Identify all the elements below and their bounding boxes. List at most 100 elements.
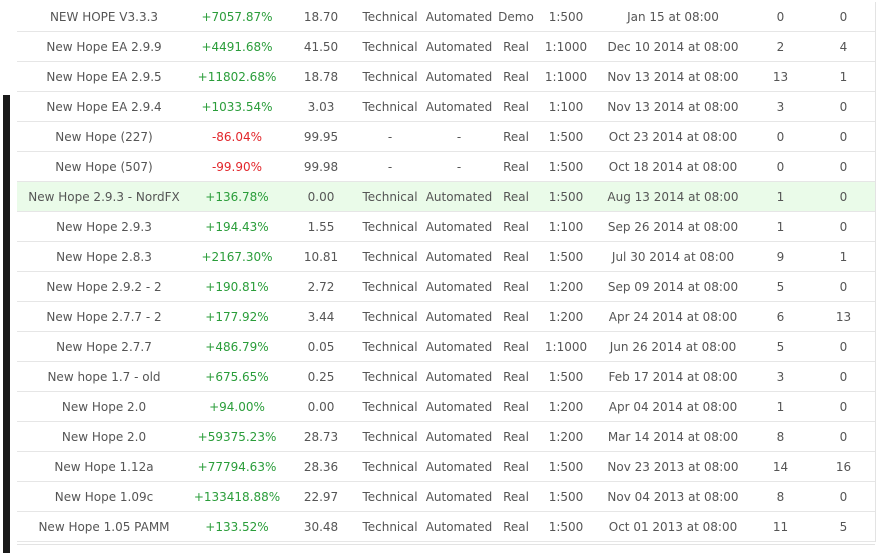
- analysis-type: Technical: [359, 31, 421, 62]
- system-name[interactable]: NEW HOPE V3.3.3: [17, 2, 191, 32]
- gain-value: +11802.68%: [191, 61, 283, 92]
- date-value: Aug 13 2014 at 08:00: [597, 181, 749, 212]
- system-name[interactable]: New Hope 2.9.2 - 2: [17, 271, 191, 302]
- analysis-type: Technical: [359, 361, 421, 392]
- trading-method: Automated: [421, 481, 497, 512]
- system-name[interactable]: New Hope 2.9.3 - NordFX: [17, 181, 191, 212]
- account-type: Real: [497, 121, 535, 152]
- leverage-value: 1:200: [535, 271, 597, 302]
- count-a-value: 0: [749, 121, 812, 152]
- analysis-type: Technical: [359, 391, 421, 422]
- gain-value: +77794.63%: [191, 451, 283, 482]
- system-name[interactable]: New Hope EA 2.9.9: [17, 31, 191, 62]
- date-value: Nov 23 2013 at 08:00: [597, 451, 749, 482]
- date-value: Apr 04 2014 at 08:00: [597, 391, 749, 422]
- table-row[interactable]: New Hope EA 2.9.5 +11802.68% 18.78 Technica…: [17, 61, 875, 92]
- table-row[interactable]: NEW HOPE V3.3.3 +7057.87% 18.70 Technical Au…: [17, 2, 875, 32]
- count-b-value: 0: [812, 151, 875, 182]
- account-type: Real: [497, 301, 535, 332]
- leverage-value: 1:200: [535, 301, 597, 332]
- drawdown-value: 0.00: [283, 391, 359, 422]
- drawdown-value: 0.25: [283, 361, 359, 392]
- system-name[interactable]: New Hope EA 2.9.4: [17, 91, 191, 122]
- system-name[interactable]: New Hope (227): [17, 121, 191, 152]
- trading-method: Automated: [421, 31, 497, 62]
- table-row[interactable]: New Hope (507) -99.90% 99.98- - Real 1:500 Oct…: [17, 151, 875, 182]
- account-type: Real: [497, 511, 535, 542]
- system-name[interactable]: New Hope 1.05 PAMM: [17, 511, 191, 542]
- system-name[interactable]: New Hope 2.8.3: [17, 241, 191, 272]
- leverage-value: 1:200: [535, 421, 597, 452]
- trading-method: Automated: [421, 271, 497, 302]
- system-name[interactable]: New Hope 2.9.3: [17, 211, 191, 242]
- gain-value: +136.78%: [191, 181, 283, 212]
- system-name[interactable]: New Hope 2.0: [17, 421, 191, 452]
- table-row[interactable]: New Hope 1.05 PAMM +133.52% 30.48 Technical…: [17, 511, 875, 542]
- table-row[interactable]: New Hope 2.7.7 +486.79% 0.05 Technical Autom…: [17, 331, 875, 362]
- gain-value: +1033.54%: [191, 91, 283, 122]
- analysis-type: Technical: [359, 331, 421, 362]
- table-row[interactable]: New Hope 2.0 +94.00% 0.00 Technical Automate…: [17, 391, 875, 422]
- count-a-value: 13: [749, 61, 812, 92]
- analysis-type: Technical: [359, 451, 421, 482]
- count-b-value: 0: [812, 271, 875, 302]
- table-row[interactable]: New Hope 2.0 +59375.23% 28.73 Technical Auto…: [17, 421, 875, 452]
- leverage-value: 1:200: [535, 391, 597, 422]
- gain-value: +4491.68%: [191, 31, 283, 62]
- table-row[interactable]: New Hope 2.7.7 - 2 +177.92% 3.44 Technical A…: [17, 301, 875, 332]
- drawdown-value: 30.48: [283, 511, 359, 542]
- leverage-value: 1:100: [535, 91, 597, 122]
- gain-value: +2167.30%: [191, 241, 283, 272]
- leverage-value: 1:500: [535, 241, 597, 272]
- date-value: Jun 26 2014 at 08:00: [597, 331, 749, 362]
- table-row[interactable]: New Hope 1.12a +77794.63% 28.36 Technical Au…: [17, 451, 875, 482]
- system-name[interactable]: New hope 1.7 - old: [17, 361, 191, 392]
- table-bottom-border: [17, 544, 875, 545]
- table-row[interactable]: New Hope EA 2.9.9 +4491.68% 41.50 Technical…: [17, 31, 875, 62]
- trading-method: Automated: [421, 301, 497, 332]
- gain-value: +177.92%: [191, 301, 283, 332]
- trading-method: Automated: [421, 451, 497, 482]
- systems-table-container: NEW HOPE V3.3.3 +7057.87% 18.70 Technical Au…: [17, 2, 876, 542]
- date-value: Oct 23 2014 at 08:00: [597, 121, 749, 152]
- date-value: Mar 14 2014 at 08:00: [597, 421, 749, 452]
- analysis-type: -: [359, 151, 421, 182]
- systems-table-body: NEW HOPE V3.3.3 +7057.87% 18.70 Technical Au…: [17, 2, 875, 542]
- drawdown-value: 28.73: [283, 421, 359, 452]
- date-value: Dec 10 2014 at 08:00: [597, 31, 749, 62]
- analysis-type: Technical: [359, 481, 421, 512]
- system-name[interactable]: New Hope EA 2.9.5: [17, 61, 191, 92]
- table-row[interactable]: New hope 1.7 - old +675.65% 0.25 Technical A…: [17, 361, 875, 392]
- table-row[interactable]: New Hope EA 2.9.4 +1033.54% 3.03 Technical A…: [17, 91, 875, 122]
- analysis-type: Technical: [359, 271, 421, 302]
- drawdown-value: 3.03: [283, 91, 359, 122]
- date-value: Jan 15 at 08:00: [597, 2, 749, 32]
- count-b-value: 0: [812, 421, 875, 452]
- count-b-value: 0: [812, 211, 875, 242]
- count-a-value: 6: [749, 301, 812, 332]
- count-b-value: 1: [812, 61, 875, 92]
- system-name[interactable]: New Hope 2.0: [17, 391, 191, 422]
- leverage-value: 1:500: [535, 151, 597, 182]
- account-type: Real: [497, 271, 535, 302]
- system-name[interactable]: New Hope (507): [17, 151, 191, 182]
- gain-value: -86.04%: [191, 121, 283, 152]
- system-name[interactable]: New Hope 2.7.7 - 2: [17, 301, 191, 332]
- account-type: Real: [497, 451, 535, 482]
- trading-method: Automated: [421, 91, 497, 122]
- table-row[interactable]: New Hope 2.9.2 - 2 +190.81% 2.72 Technical A…: [17, 271, 875, 302]
- analysis-type: Technical: [359, 61, 421, 92]
- table-row[interactable]: New Hope 2.9.3 - NordFX +136.78% 0.00 Techn…: [17, 181, 875, 212]
- table-row[interactable]: New Hope 2.9.3 +194.43% 1.55 Technical Autom…: [17, 211, 875, 242]
- system-name[interactable]: New Hope 1.09c: [17, 481, 191, 512]
- drawdown-value: 99.95: [283, 121, 359, 152]
- leverage-value: 1:1000: [535, 331, 597, 362]
- system-name[interactable]: New Hope 1.12a: [17, 451, 191, 482]
- trading-method: Automated: [421, 421, 497, 452]
- table-row[interactable]: New Hope (227) -86.04% 99.95- - Real 1:500 Oct…: [17, 121, 875, 152]
- count-b-value: 13: [812, 301, 875, 332]
- account-type: Real: [497, 91, 535, 122]
- table-row[interactable]: New Hope 1.09c +133418.88% 22.97 Technical A…: [17, 481, 875, 512]
- system-name[interactable]: New Hope 2.7.7: [17, 331, 191, 362]
- table-row[interactable]: New Hope 2.8.3 +2167.30% 10.81 Technical Aut…: [17, 241, 875, 272]
